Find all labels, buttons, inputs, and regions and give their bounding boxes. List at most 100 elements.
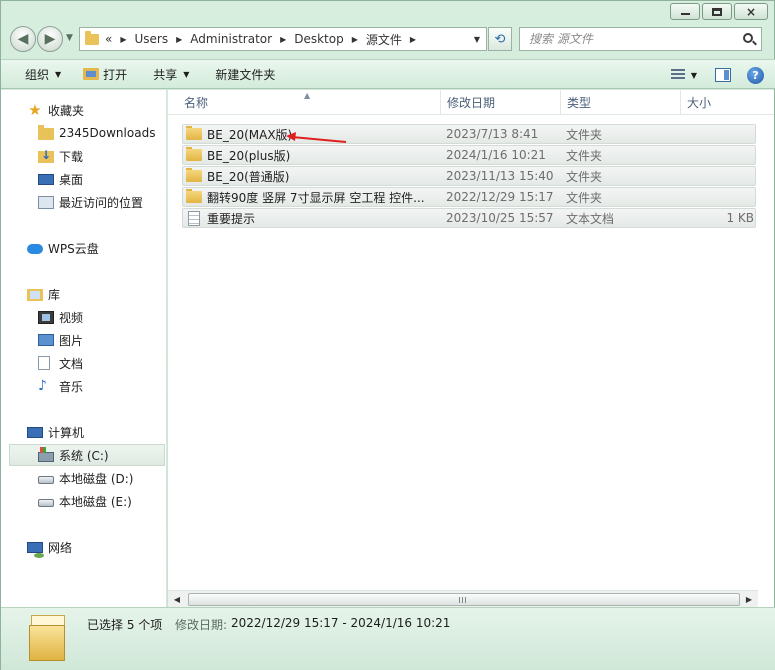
folder-icon bbox=[186, 188, 202, 203]
sidebar-item-network[interactable]: 网络 bbox=[1, 536, 167, 558]
column-label: 修改日期 bbox=[447, 96, 496, 110]
scroll-right-icon[interactable]: ▶ bbox=[742, 593, 756, 606]
file-row[interactable]: 重要提示 2023/10/25 15:57 文本文档 1 KB bbox=[182, 208, 756, 228]
file-row[interactable]: BE_20(普通版) 2023/11/13 15:40 文件夹 bbox=[182, 166, 756, 186]
sidebar-label: 视频 bbox=[59, 310, 84, 325]
document-icon bbox=[38, 356, 50, 370]
column-label: 名称 bbox=[184, 96, 209, 110]
sidebar-item-desktop[interactable]: 桌面 bbox=[1, 168, 167, 190]
organize-label: 组织 bbox=[25, 67, 50, 82]
open-button[interactable]: 打开 bbox=[75, 62, 135, 86]
annotation-arrow-icon bbox=[286, 132, 347, 143]
file-type: 文件夹 bbox=[566, 169, 603, 184]
open-folder-icon bbox=[83, 68, 100, 80]
folder-icon bbox=[85, 30, 99, 45]
breadcrumb-source-files[interactable]: 源文件 bbox=[366, 31, 402, 48]
sidebar-item-music[interactable]: ♪ 音乐 bbox=[1, 375, 167, 397]
sidebar-item-2345downloads[interactable]: 2345Downloads bbox=[1, 122, 167, 144]
sidebar-item-wps-cloud[interactable]: WPS云盘 bbox=[1, 237, 167, 259]
file-type: 文件夹 bbox=[566, 127, 603, 142]
breadcrumb-chevron-icon[interactable]: ▶ bbox=[176, 35, 182, 44]
file-row[interactable]: 翻转90度 竖屏 7寸显示屏 空工程 控件... 2022/12/29 15:1… bbox=[182, 187, 756, 207]
close-icon: × bbox=[745, 4, 757, 19]
sidebar-label: 最近访问的位置 bbox=[59, 195, 144, 210]
sidebar-group-libraries[interactable]: 库 bbox=[1, 283, 167, 305]
explorer-window: × ◀ ▶ ▼ « ▶ Users ▶ Administrator ▶ Desk… bbox=[0, 0, 775, 670]
breadcrumb-users[interactable]: Users bbox=[135, 32, 169, 46]
desktop-icon bbox=[38, 173, 54, 185]
file-row[interactable]: BE_20(plus版) 2024/1/16 10:21 文件夹 bbox=[182, 145, 756, 165]
command-toolbar: 组织 ▼ 打开 共享 ▼ 新建文件夹 ▼ ? bbox=[1, 59, 775, 89]
sidebar-item-documents[interactable]: 文档 bbox=[1, 352, 167, 374]
column-header-type[interactable]: 类型 bbox=[561, 90, 681, 115]
forward-button[interactable]: ▶ bbox=[37, 26, 63, 52]
horizontal-scrollbar[interactable]: ◀ ▶ bbox=[168, 590, 758, 607]
view-options-icon[interactable] bbox=[670, 69, 685, 81]
organize-button[interactable]: 组织 ▼ bbox=[17, 62, 69, 86]
preview-pane-icon[interactable] bbox=[715, 68, 731, 82]
computer-icon bbox=[27, 426, 43, 438]
sidebar-group-favorites[interactable]: ★ 收藏夹 bbox=[1, 99, 167, 121]
address-history-chevron-down-icon[interactable]: ▼ bbox=[474, 35, 480, 44]
scrollbar-thumb[interactable] bbox=[188, 593, 740, 606]
file-name: BE_20(plus版) bbox=[207, 148, 291, 163]
breadcrumb-chevron-icon[interactable]: ▶ bbox=[120, 35, 126, 44]
scroll-left-icon[interactable]: ◀ bbox=[170, 593, 184, 606]
refresh-button[interactable]: ⟲ bbox=[488, 27, 512, 51]
minimize-button[interactable] bbox=[670, 3, 700, 20]
sidebar-label: 本地磁盘 (D:) bbox=[59, 471, 134, 486]
column-header-date[interactable]: 修改日期 bbox=[441, 90, 561, 115]
search-icon[interactable] bbox=[743, 33, 753, 43]
file-row[interactable]: BE_20(MAX版) 2023/7/13 8:41 文件夹 bbox=[182, 124, 756, 144]
breadcrumb-administrator[interactable]: Administrator bbox=[190, 32, 272, 46]
sidebar-item-drive-d[interactable]: 本地磁盘 (D:) bbox=[1, 467, 167, 489]
share-button[interactable]: 共享 ▼ bbox=[145, 62, 197, 86]
hard-drive-icon bbox=[38, 476, 54, 484]
file-name-cell: 翻转90度 竖屏 7寸显示屏 空工程 控件... bbox=[183, 188, 446, 206]
music-note-icon: ♪ bbox=[38, 378, 47, 394]
column-header-size[interactable]: 大小 bbox=[681, 90, 761, 115]
sidebar-item-downloads[interactable]: 下载 bbox=[1, 145, 167, 167]
network-icon bbox=[27, 541, 44, 558]
chevron-down-icon: ▼ bbox=[55, 69, 62, 79]
search-input[interactable] bbox=[529, 32, 729, 46]
recent-pages-chevron-down-icon[interactable]: ▼ bbox=[66, 33, 73, 43]
sidebar-group-computer[interactable]: 计算机 bbox=[1, 421, 167, 443]
close-button[interactable]: × bbox=[734, 3, 768, 20]
multiple-items-icon bbox=[27, 615, 67, 665]
new-folder-label: 新建文件夹 bbox=[215, 67, 276, 82]
new-folder-button[interactable]: 新建文件夹 bbox=[207, 62, 283, 86]
grip-icon bbox=[459, 597, 467, 603]
star-icon: ★ bbox=[28, 101, 42, 119]
help-icon[interactable]: ? bbox=[747, 66, 764, 84]
maximize-button[interactable] bbox=[702, 3, 732, 20]
breadcrumb-desktop[interactable]: Desktop bbox=[294, 32, 344, 46]
breadcrumb-chevron-icon[interactable]: ▶ bbox=[352, 35, 358, 44]
picture-icon bbox=[38, 334, 54, 346]
column-label: 类型 bbox=[567, 96, 592, 110]
view-chevron-down-icon[interactable]: ▼ bbox=[691, 71, 697, 80]
recent-places-icon bbox=[38, 195, 54, 209]
breadcrumb-chevron-icon[interactable]: ▶ bbox=[410, 35, 416, 44]
sidebar-item-pictures[interactable]: 图片 bbox=[1, 329, 167, 351]
open-label: 打开 bbox=[103, 67, 128, 82]
sidebar-item-recent-places[interactable]: 最近访问的位置 bbox=[1, 191, 167, 213]
back-button[interactable]: ◀ bbox=[10, 26, 36, 52]
file-date: 2023/7/13 8:41 bbox=[446, 127, 539, 141]
file-name-cell: BE_20(普通版) bbox=[183, 167, 446, 185]
breadcrumb-overflow[interactable]: « bbox=[105, 32, 112, 46]
sidebar-item-videos[interactable]: 视频 bbox=[1, 306, 167, 328]
sidebar-item-drive-c[interactable]: 系统 (C:) bbox=[9, 444, 165, 466]
search-box[interactable] bbox=[519, 27, 762, 51]
sidebar-label: 系统 (C:) bbox=[59, 448, 109, 463]
address-bar[interactable]: « ▶ Users ▶ Administrator ▶ Desktop ▶ 源文… bbox=[79, 27, 487, 51]
sidebar-item-drive-e[interactable]: 本地磁盘 (E:) bbox=[1, 490, 167, 512]
breadcrumb-chevron-icon[interactable]: ▶ bbox=[280, 35, 286, 44]
column-header-name[interactable]: ▲ 名称 bbox=[168, 90, 441, 115]
file-name: BE_20(MAX版) bbox=[207, 127, 293, 142]
cloud-icon bbox=[27, 244, 43, 254]
details-pane: 已选择 5 个项 修改日期: 2022/12/29 15:17 - 2024/1… bbox=[1, 607, 775, 670]
file-type: 文件夹 bbox=[566, 148, 603, 163]
maximize-icon bbox=[712, 7, 722, 16]
file-date: 2023/10/25 15:57 bbox=[446, 211, 554, 225]
